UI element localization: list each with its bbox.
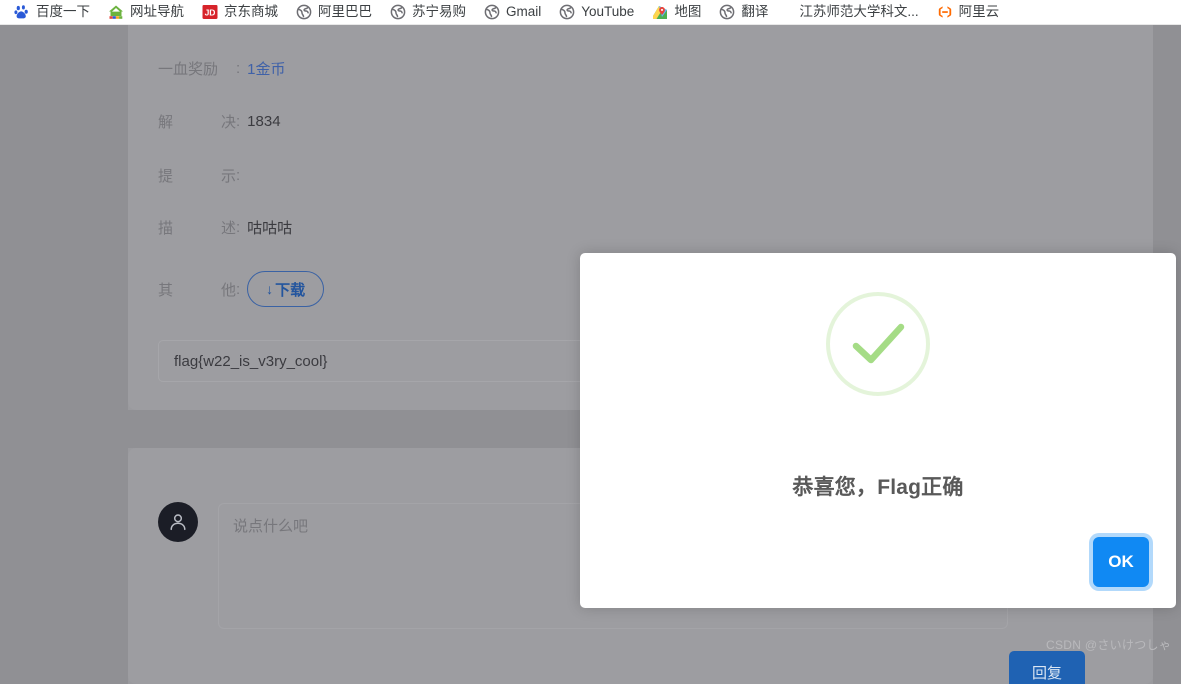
bookmark-label: 翻译 — [741, 4, 769, 19]
bookmark-jiangsu-normal-university[interactable]: 江苏师范大学科文... — [777, 1, 927, 23]
jd-icon: JD — [202, 4, 218, 20]
reply-button[interactable]: 回复 — [1009, 651, 1085, 684]
row-solved-count: 解 决 : 1834 — [158, 111, 281, 132]
comment-placeholder: 说点什么吧 — [233, 518, 309, 535]
google-maps-icon — [652, 4, 668, 20]
bookmark-gmail[interactable]: Gmail — [475, 1, 550, 23]
2345-navigation-icon — [108, 4, 124, 20]
description-label-left: 描 — [158, 220, 174, 237]
watermark: CSDN @さいけつしゃ — [1046, 638, 1172, 652]
solved-colon: : — [236, 113, 241, 130]
bookmark-label: Gmail — [506, 4, 542, 19]
page-background-left — [0, 25, 128, 684]
flag-input-value: flag{w22_is_v3ry_cool} — [174, 352, 328, 370]
bookmark-label: 地图 — [674, 4, 702, 19]
browser-window: 百度一下 网址导航 JD 京东商城 阿里巴巴 苏宁易购 Gmail YouTub… — [0, 0, 1181, 684]
globe-icon — [559, 4, 575, 20]
bookmark-label: 京东商城 — [224, 4, 278, 19]
bookmark-alibaba[interactable]: 阿里巴巴 — [287, 1, 381, 23]
baidu-paw-icon — [14, 4, 30, 20]
bookmark-youtube[interactable]: YouTube — [550, 1, 643, 23]
bookmark-baidu[interactable]: 百度一下 — [0, 1, 99, 23]
success-modal: 恭喜您，Flag正确 — [580, 253, 1176, 608]
row-first-blood-bounty: 一血奖励 : 1金币 — [158, 58, 286, 79]
user-icon — [170, 514, 186, 531]
globe-icon — [390, 4, 406, 20]
hint-label-right: 示 — [220, 168, 236, 185]
solved-label-left: 解 — [158, 114, 174, 131]
bookmark-aliyun[interactable]: 阿里云 — [928, 1, 1009, 23]
aliyun-icon — [937, 4, 953, 20]
globe-icon — [296, 4, 312, 20]
globe-icon — [484, 4, 500, 20]
other-label-right: 他 — [220, 281, 236, 299]
description-value: 咕咕咕 — [247, 220, 293, 237]
bookmark-label: 阿里云 — [958, 4, 1000, 19]
bookmark-translate[interactable]: 翻译 — [710, 1, 777, 23]
avatar — [158, 502, 198, 542]
ok-button[interactable]: OK — [1093, 537, 1149, 587]
bounty-label: 一血奖励 — [158, 61, 219, 78]
download-button[interactable]: ↓ 下载 — [247, 271, 325, 307]
bookmark-label: 江苏师范大学科文... — [799, 4, 919, 19]
bookmark-label: 苏宁易购 — [412, 4, 466, 19]
other-label: 其 他 — [158, 279, 236, 300]
download-button-label: 下载 — [275, 281, 306, 299]
bookmark-suning[interactable]: 苏宁易购 — [381, 1, 475, 23]
solved-label-right: 决 — [220, 114, 236, 131]
modal-title: 恭喜您，Flag正确 — [792, 476, 964, 499]
hint-colon: : — [236, 167, 241, 184]
svg-text:JD: JD — [205, 7, 216, 17]
hint-label-left: 提 — [158, 168, 174, 185]
bookmark-jd[interactable]: JD 京东商城 — [193, 1, 287, 23]
description-colon: : — [236, 219, 241, 236]
row-other: 其 他 : ↓ 下载 — [158, 271, 325, 307]
bookmark-2345-navigation[interactable]: 网址导航 — [99, 1, 193, 23]
bookmark-label: YouTube — [581, 4, 635, 19]
bookmark-label: 网址导航 — [130, 4, 184, 19]
other-colon: : — [236, 280, 241, 298]
globe-icon — [719, 4, 735, 20]
ok-button-label: OK — [1108, 552, 1134, 571]
row-description: 描 述 : 咕咕咕 — [158, 217, 292, 238]
description-label-right: 述 — [220, 220, 236, 237]
bookmark-maps[interactable]: 地图 — [643, 1, 710, 23]
solved-label: 解 决 — [158, 111, 236, 132]
bookmark-label: 阿里巴巴 — [318, 4, 372, 19]
bounty-colon: : — [236, 60, 241, 77]
solved-value: 1834 — [247, 113, 281, 130]
modal-ok-wrapper: OK — [1093, 537, 1149, 587]
bookmarks-bar: 百度一下 网址导航 JD 京东商城 阿里巴巴 苏宁易购 Gmail YouTub… — [0, 0, 1181, 25]
bookmark-label: 百度一下 — [36, 4, 90, 19]
bounty-value[interactable]: 1金币 — [247, 58, 285, 79]
description-label: 描 述 — [158, 217, 236, 238]
row-hint: 提 示 : — [158, 165, 247, 186]
success-check-icon — [826, 292, 930, 396]
reply-button-label: 回复 — [1031, 664, 1062, 682]
other-label-left: 其 — [158, 281, 174, 299]
download-arrow-icon: ↓ — [266, 281, 274, 297]
hint-label: 提 示 — [158, 165, 236, 186]
